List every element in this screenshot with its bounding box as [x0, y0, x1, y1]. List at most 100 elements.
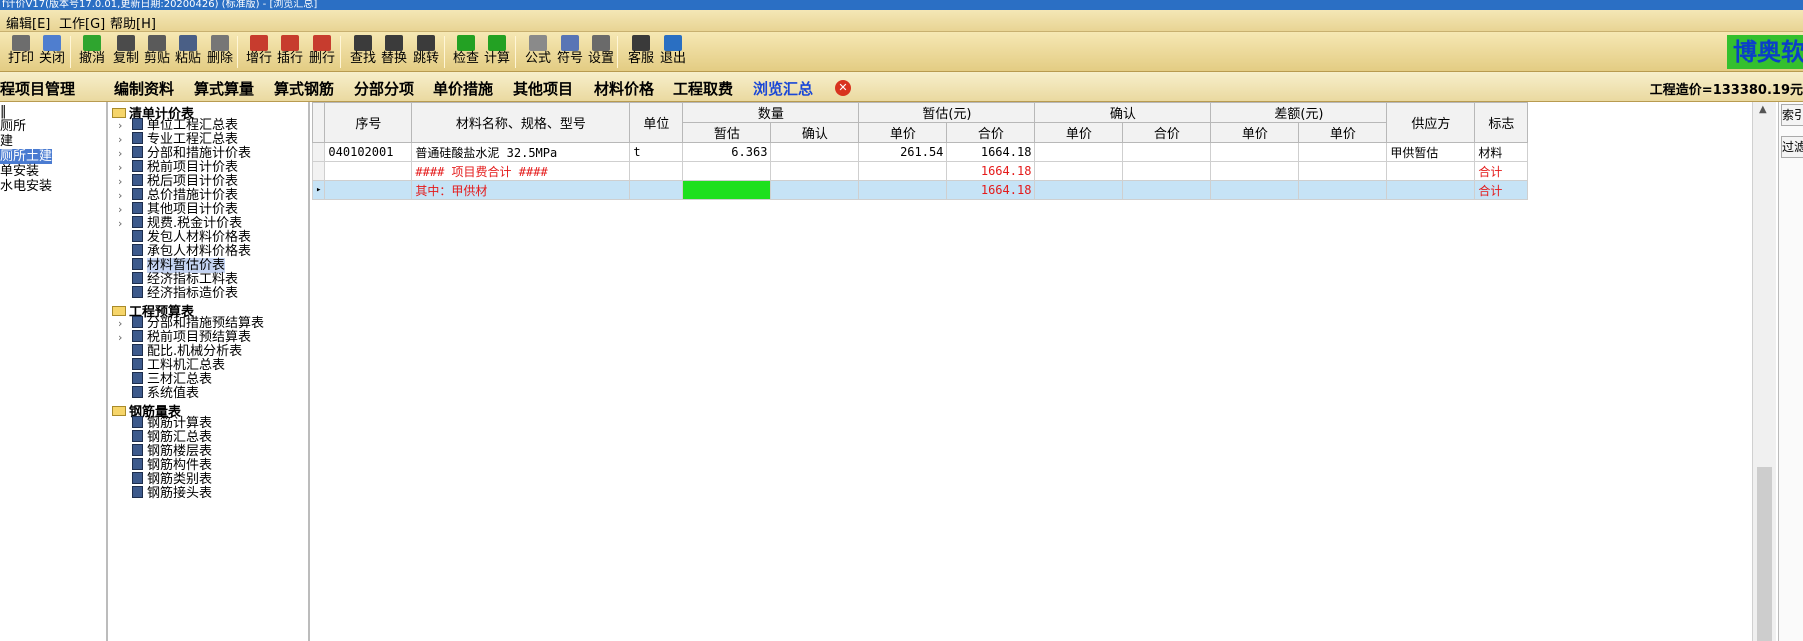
col-supplier-header[interactable]: 供应方	[1386, 102, 1476, 143]
col-diff-header[interactable]: 差额(元)	[1210, 102, 1388, 123]
cell-est-price[interactable]	[858, 161, 948, 181]
tab-9[interactable]: 浏览汇总	[753, 78, 813, 99]
row-indicator[interactable]	[312, 161, 326, 181]
tree-group[interactable]: 钢筋量表	[112, 401, 181, 420]
tab-4[interactable]: 分部分项	[354, 78, 414, 99]
toolbar-button-6[interactable]: 粘贴	[171, 34, 205, 70]
cell-est-total[interactable]: 1664.18	[946, 142, 1036, 162]
col-qty-est-header[interactable]: 暂估	[682, 122, 772, 143]
project-node[interactable]: ‖	[0, 104, 7, 119]
tab-6[interactable]: 其他项目	[513, 78, 573, 99]
cell-name[interactable]: #### 项目费合计 ####	[411, 161, 631, 181]
toolbar-button-20[interactable]: 退出	[656, 34, 690, 70]
cell-confirm-total[interactable]	[1122, 142, 1212, 162]
toolbar-button-9[interactable]: 插行	[273, 34, 307, 70]
toolbar-button-15[interactable]: 计算	[480, 34, 514, 70]
cell-supplier[interactable]: 甲供暂估	[1386, 142, 1476, 162]
tree-group[interactable]: 清单计价表	[112, 103, 194, 122]
cell-diff-price[interactable]	[1210, 142, 1300, 162]
cell-confirm-total[interactable]	[1122, 180, 1212, 200]
col-flag-header[interactable]: 标志	[1474, 102, 1529, 143]
col-est-price-header[interactable]: 单价	[858, 122, 948, 143]
toolbar-button-16[interactable]: 公式	[521, 34, 555, 70]
menu-work[interactable]: 工作[G]	[59, 13, 105, 32]
vertical-scrollbar[interactable]: ▲	[1752, 102, 1776, 641]
cell-seq[interactable]	[324, 180, 413, 200]
toolbar-button-4[interactable]: 复制	[109, 34, 143, 70]
cell-est-total[interactable]: 1664.18	[946, 180, 1036, 200]
tab-3[interactable]: 算式钢筋	[274, 78, 334, 99]
project-node[interactable]: 单安装	[0, 164, 39, 179]
col-diff-total-header[interactable]: 单价	[1298, 122, 1388, 143]
col-qty-confirm-header[interactable]: 确认	[770, 122, 860, 143]
col-name-header[interactable]: 材料名称、规格、型号	[411, 102, 631, 143]
tree-item[interactable]: 钢筋接头表	[118, 486, 212, 502]
tab-5[interactable]: 单价措施	[433, 78, 493, 99]
table-row[interactable]: ▸ 其中：甲供材 1664.18 合计	[312, 180, 1529, 200]
toolbar-button-18[interactable]: 设置	[584, 34, 618, 70]
row-indicator[interactable]	[312, 142, 326, 162]
project-node[interactable]: 厕所土建	[0, 149, 53, 164]
cell-name[interactable]: 其中：甲供材	[411, 180, 631, 200]
cell-est-total[interactable]: 1664.18	[946, 161, 1036, 181]
col-confirm-total-header[interactable]: 合价	[1122, 122, 1212, 143]
cell-qty-confirm[interactable]	[770, 161, 860, 181]
scrollbar-thumb[interactable]	[1757, 467, 1772, 641]
index-button[interactable]: 索引	[1781, 104, 1803, 126]
toolbar-button-10[interactable]: 删行	[305, 34, 339, 70]
scroll-up-icon[interactable]: ▲	[1759, 104, 1767, 115]
cell-confirm-price[interactable]	[1034, 161, 1124, 181]
tree-item[interactable]: 系统值表	[118, 386, 199, 402]
col-est-header[interactable]: 暂估(元)	[858, 102, 1036, 123]
col-confirm-header[interactable]: 确认	[1034, 102, 1212, 123]
cell-unit[interactable]: t	[629, 142, 684, 162]
tab-1[interactable]: 编制资料	[114, 78, 174, 99]
cell-diff-total[interactable]	[1298, 161, 1388, 181]
col-seq-header[interactable]: 序号	[324, 102, 413, 143]
project-node[interactable]: 建	[0, 134, 13, 149]
table-row[interactable]: 040102001 普通硅酸盐水泥 32.5MPa t 6.363 261.54 1664…	[312, 142, 1529, 162]
filter-button[interactable]: 过滤	[1781, 136, 1803, 158]
toolbar-button-13[interactable]: 跳转	[409, 34, 443, 70]
toolbar-button-2[interactable]: 关闭	[35, 34, 69, 70]
cell-diff-price[interactable]	[1210, 161, 1300, 181]
cell-supplier[interactable]	[1386, 180, 1476, 200]
cell-confirm-price[interactable]	[1034, 180, 1124, 200]
row-indicator[interactable]: ▸	[312, 180, 326, 200]
cell-unit[interactable]	[629, 161, 684, 181]
toolbar-button-1[interactable]: 打印	[4, 34, 38, 70]
cell-qty-est[interactable]: 6.363	[682, 142, 772, 162]
toolbar-button-3[interactable]: 撤消	[75, 34, 109, 70]
cell-flag[interactable]: 合计	[1474, 180, 1529, 200]
tab-8[interactable]: 工程取费	[673, 78, 733, 99]
toolbar-button-8[interactable]: 增行	[242, 34, 276, 70]
cell-qty-est[interactable]	[682, 161, 772, 181]
tree-group[interactable]: 工程预算表	[112, 301, 194, 320]
col-confirm-price-header[interactable]: 单价	[1034, 122, 1124, 143]
cell-est-price[interactable]: 261.54	[858, 142, 948, 162]
project-node[interactable]: 厕所	[0, 119, 26, 134]
close-tab-icon[interactable]: ✕	[835, 80, 851, 96]
cell-supplier[interactable]	[1386, 161, 1476, 181]
cell-est-price[interactable]	[858, 180, 948, 200]
col-diff-price-header[interactable]: 单价	[1210, 122, 1300, 143]
table-row[interactable]: #### 项目费合计 #### 1664.18 合计	[312, 161, 1529, 181]
toolbar-button-19[interactable]: 客服	[624, 34, 658, 70]
toolbar-button-7[interactable]: 删除	[203, 34, 237, 70]
cell-qty-confirm[interactable]	[770, 180, 860, 200]
cell-qty-confirm[interactable]	[770, 142, 860, 162]
cell-flag[interactable]: 合计	[1474, 161, 1529, 181]
cell-diff-total[interactable]	[1298, 180, 1388, 200]
col-est-total-header[interactable]: 合价	[946, 122, 1036, 143]
col-qty-header[interactable]: 数量	[682, 102, 860, 123]
project-node[interactable]: 水电安装	[0, 179, 52, 194]
toolbar-button-5[interactable]: 剪贴	[140, 34, 174, 70]
cell-name[interactable]: 普通硅酸盐水泥 32.5MPa	[411, 142, 631, 162]
cell-unit[interactable]	[629, 180, 684, 200]
menu-edit[interactable]: 编辑[E]	[6, 13, 50, 32]
cell-diff-price[interactable]	[1210, 180, 1300, 200]
cell-diff-total[interactable]	[1298, 142, 1388, 162]
cell-confirm-price[interactable]	[1034, 142, 1124, 162]
toolbar-button-11[interactable]: 查找	[346, 34, 380, 70]
toolbar-button-12[interactable]: 替换	[377, 34, 411, 70]
